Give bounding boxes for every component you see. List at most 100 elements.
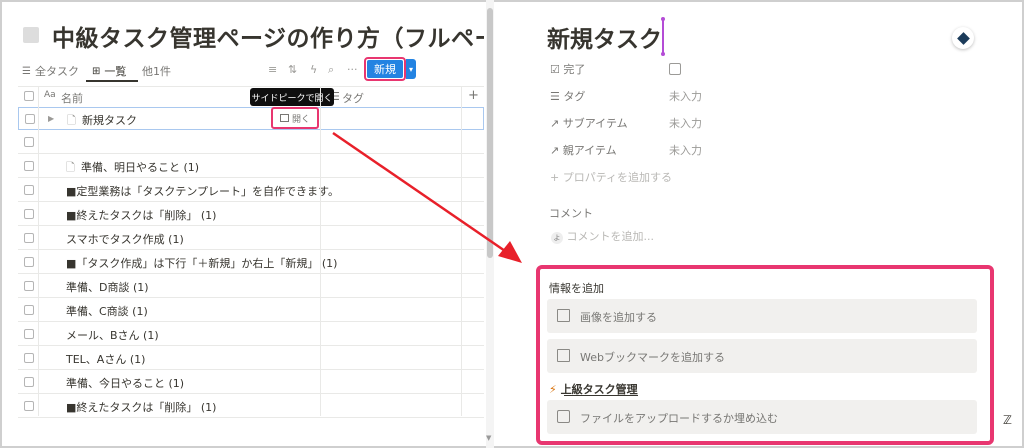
row-checkbox[interactable] xyxy=(24,305,34,315)
database-pane: 中級タスク管理ページの作り方（フルペー ☰ 全タスク ⊞ 一覧 他1件 ≡ ⇅ … xyxy=(0,0,484,448)
side-peek-icon xyxy=(279,114,289,122)
row-checkbox[interactable] xyxy=(24,281,34,291)
template-link-underline xyxy=(564,395,638,396)
page-icon xyxy=(23,27,39,43)
new-button[interactable]: 新規 xyxy=(364,57,406,81)
avatar-icon: よ xyxy=(551,232,563,244)
table-row[interactable]: TEL、Aさん (1) xyxy=(18,347,484,370)
table-row[interactable]: 🗋 準備、明日やること (1) xyxy=(18,155,484,178)
scrollbar[interactable]: ▼ xyxy=(486,0,494,448)
page-doc-icon: 🗋 xyxy=(66,161,75,174)
property-tag-value[interactable]: 未入力 xyxy=(669,88,702,104)
row-title[interactable]: ■終えたタスクは「削除」 (1) xyxy=(66,207,216,223)
add-image-button[interactable]: 画像を追加する xyxy=(547,299,977,333)
expand-toggle-icon[interactable]: ▶ xyxy=(48,114,54,123)
row-checkbox[interactable] xyxy=(24,329,34,339)
cursor-handle-top xyxy=(661,17,665,21)
comment-placeholder: コメントを追加... xyxy=(566,230,655,243)
row-checkbox[interactable] xyxy=(24,257,34,267)
row-title[interactable]: メール、Bさん (1) xyxy=(66,327,159,343)
open-side-peek-button[interactable]: 開く xyxy=(271,107,319,129)
table-row[interactable]: 準備、C商談 (1) xyxy=(18,299,484,322)
page-doc-icon: 🗋 xyxy=(67,114,76,127)
scroll-down-icon[interactable]: ▼ xyxy=(486,434,491,442)
sort-icon[interactable]: ⇅ xyxy=(288,63,297,76)
add-column-icon[interactable]: + xyxy=(468,88,479,103)
tab-list-label: 一覧 xyxy=(104,65,127,78)
list-icon: ☰ xyxy=(22,65,31,77)
list-icon: ☰ xyxy=(550,90,560,103)
row-title[interactable]: ■「タスク作成」は下行「＋新規」か右上「新規」 (1) xyxy=(66,255,337,271)
tab-more[interactable]: 他1件 xyxy=(142,63,171,79)
active-tab-underline xyxy=(86,80,138,82)
row-title[interactable]: スマホでタスク作成 (1) xyxy=(66,231,184,247)
row-title[interactable]: 準備、今日やること (1) xyxy=(66,375,184,391)
new-button-label: 新規 xyxy=(367,60,403,78)
table-row[interactable]: ■定型業務は「タスクテンプレート」を自作できます。 xyxy=(18,179,484,202)
cursor-handle-bottom xyxy=(661,52,665,56)
row-title[interactable]: ■定型業務は「タスクテンプレート」を自作できます。 xyxy=(66,183,339,199)
row-checkbox[interactable] xyxy=(25,114,35,124)
row-title[interactable]: 準備、C商談 (1) xyxy=(66,303,148,319)
table-row[interactable]: ■「タスク作成」は下行「＋新規」か右上「新規」 (1) xyxy=(18,251,484,274)
property-subitem[interactable]: ↗ サブアイテム xyxy=(550,115,628,131)
done-checkbox[interactable] xyxy=(669,63,681,75)
property-subitem-label: サブアイテム xyxy=(562,117,628,130)
row-checkbox[interactable] xyxy=(24,185,34,195)
upload-button[interactable]: ファイルをアップロードするか埋め込む xyxy=(547,400,977,434)
add-property-label: プロパティを追加する xyxy=(562,171,673,184)
table-row[interactable]: メール、Bさん (1) xyxy=(18,323,484,346)
table-row[interactable]: ■終えたタスクは「削除」 (1) xyxy=(18,203,484,226)
filter-icon[interactable]: ≡ xyxy=(268,63,277,76)
add-property-button[interactable]: + プロパティを追加する xyxy=(550,169,672,185)
more-options-icon[interactable]: ··· xyxy=(347,63,358,76)
row-checkbox[interactable] xyxy=(24,137,34,147)
table-row[interactable]: スマホでタスク作成 (1) xyxy=(18,227,484,250)
row-checkbox[interactable] xyxy=(24,401,34,411)
row-title[interactable]: ■終えたタスクは「削除」 (1) xyxy=(66,399,216,415)
name-column-header[interactable]: 名前 xyxy=(61,90,83,106)
page-title: 中級タスク管理ページの作り方（フルペー xyxy=(52,26,484,52)
comment-input[interactable]: よ コメントを追加... xyxy=(551,228,654,244)
property-parent-value[interactable]: 未入力 xyxy=(669,142,702,158)
checkbox-icon: ☑ xyxy=(550,63,560,76)
table-row[interactable]: ▶ 🗋 新規タスク xyxy=(18,107,484,130)
table-row[interactable]: ■終えたタスクは「削除」 (1) xyxy=(18,395,484,418)
row-title[interactable]: TEL、Aさん (1) xyxy=(66,351,145,367)
column-divider xyxy=(461,86,462,416)
new-dropdown-icon[interactable]: ▾ xyxy=(406,59,416,79)
row-checkbox[interactable] xyxy=(24,233,34,243)
tab-all-tasks[interactable]: ☰ 全タスク xyxy=(22,63,79,79)
select-all-checkbox[interactable] xyxy=(24,91,34,101)
property-tag[interactable]: ☰ タグ xyxy=(550,88,585,104)
row-title[interactable]: 準備、D商談 (1) xyxy=(66,279,149,295)
side-peek-tooltip: サイドピークで開く xyxy=(250,88,334,106)
automation-icon[interactable]: ϟ xyxy=(310,63,317,76)
comment-heading: コメント xyxy=(549,207,593,220)
tag-column-header[interactable]: タグ xyxy=(342,90,364,106)
table-row[interactable] xyxy=(18,131,484,154)
row-title[interactable]: 新規タスク xyxy=(82,112,137,128)
table-row[interactable]: 準備、D商談 (1) xyxy=(18,275,484,298)
property-subitem-value[interactable]: 未入力 xyxy=(669,115,702,131)
app-logo-icon[interactable] xyxy=(952,27,974,49)
row-checkbox[interactable] xyxy=(24,161,34,171)
table-icon: ⊞ xyxy=(92,65,101,77)
row-checkbox[interactable] xyxy=(24,353,34,363)
row-checkbox[interactable] xyxy=(24,209,34,219)
table-row[interactable]: 準備、今日やること (1) xyxy=(18,371,484,394)
search-icon[interactable]: ⌕ xyxy=(328,63,334,77)
scrollbar-thumb[interactable] xyxy=(487,8,493,258)
bookmark-icon xyxy=(557,349,570,362)
row-title[interactable]: 準備、明日やること (1) xyxy=(81,159,199,175)
add-info-heading: 情報を追加 xyxy=(549,282,604,295)
add-bookmark-button[interactable]: Webブックマークを追加する xyxy=(547,339,977,373)
relation-arrow-icon: ↗ xyxy=(550,144,560,157)
property-done[interactable]: ☑ 完了 xyxy=(550,61,585,77)
property-parent[interactable]: ↗ 親アイテム xyxy=(550,142,617,158)
help-icon[interactable]: ℤ xyxy=(1003,413,1012,427)
row-checkbox[interactable] xyxy=(24,377,34,387)
tab-list[interactable]: ⊞ 一覧 xyxy=(92,63,126,79)
task-title[interactable]: 新規タスク xyxy=(547,20,662,54)
lightning-icon: ⚡ xyxy=(549,383,557,396)
